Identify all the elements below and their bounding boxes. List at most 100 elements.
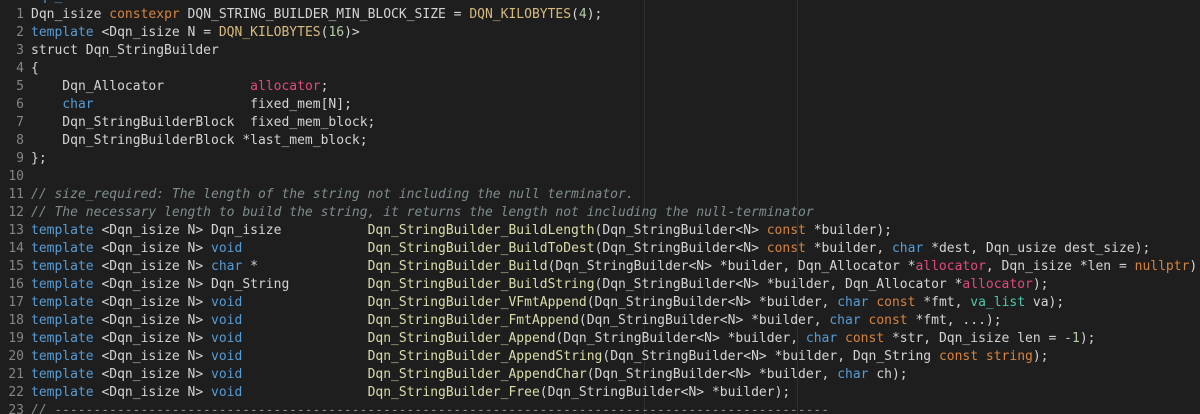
code-text: template <Dqn_isize N> void Dqn_StringBu…: [31, 294, 1064, 312]
code-token: char: [837, 295, 869, 310]
line-number: 22: [8, 385, 24, 400]
code-token: void: [211, 313, 243, 328]
line-number: 17: [8, 295, 24, 310]
code-line[interactable]: 4{: [0, 60, 1200, 78]
code-token: *: [242, 259, 368, 274]
code-token: );: [1032, 349, 1049, 364]
code-token: template: [31, 277, 94, 292]
code-line[interactable]: 10: [0, 168, 1200, 186]
code-line[interactable]: 9};: [0, 150, 1200, 168]
code-token: (Dqn_StringBuilder<N> *builder);: [539, 385, 791, 400]
code-line[interactable]: 12 // The necessary length to build the s…: [0, 204, 1200, 222]
code-token: allocator: [915, 259, 986, 274]
code-token: const: [868, 313, 908, 328]
line-number: 3: [16, 43, 24, 58]
code-token: (Dqn_StringBuilder<N> *builder, Dqn_Allo…: [547, 259, 916, 274]
code-line[interactable]: 13 template <Dqn_isize N> Dqn_isize Dqn_S…: [0, 222, 1200, 240]
code-token: ch);: [868, 367, 908, 382]
code-line[interactable]: 16 template <Dqn_isize N> Dqn_String Dqn_…: [0, 276, 1200, 294]
code-text: // -------------------------------------…: [31, 402, 829, 414]
code-text: {: [31, 60, 39, 78]
code-token: struct Dqn_StringBuilder: [31, 43, 219, 58]
code-line[interactable]: 20 template <Dqn_isize N> void Dqn_String…: [0, 348, 1200, 366]
code-lines: 335Dqn_isize 1Dqn_isize constexpr DQN_ST…: [0, 0, 1200, 414]
code-token: Dqn_StringBuilder_BuildString: [367, 277, 595, 292]
code-token: *fmt, ...);: [907, 313, 1002, 328]
code-token: Dqn_isize: [31, 0, 109, 4]
code-line[interactable]: 15 template <Dqn_isize N> char * Dqn_Stri…: [0, 258, 1200, 276]
line-number: 11: [8, 187, 24, 202]
code-token: <Dqn_isize N =: [93, 25, 219, 40]
code-line[interactable]: 3 struct Dqn_StringBuilder: [0, 42, 1200, 60]
code-token: (: [571, 7, 579, 22]
code-token: Dqn_StringBuilder_AppendChar: [367, 367, 587, 382]
code-token: (Dqn_StringBuilder<N> *builder,: [586, 295, 838, 310]
code-editor[interactable]: 335Dqn_isize 1Dqn_isize constexpr DQN_ST…: [0, 0, 1200, 414]
line-number: 10: [8, 169, 24, 184]
code-text: Dqn_Allocator allocator;: [31, 78, 328, 96]
code-token: template: [31, 223, 94, 238]
line-number: 13: [8, 223, 24, 238]
code-line[interactable]: 5 Dqn_Allocator allocator;: [0, 78, 1200, 96]
code-token: va_list: [970, 295, 1026, 310]
code-token: {: [31, 61, 39, 76]
code-token: allocator: [962, 277, 1033, 292]
code-token: Dqn_Allocator: [31, 79, 251, 94]
code-token: Dqn_StringBuilderBlock *last_mem_block;: [31, 133, 368, 148]
code-token: Dqn_StringBuilder_VFmtAppend: [367, 295, 587, 310]
code-token: void: [211, 367, 243, 382]
code-line[interactable]: 7 Dqn_StringBuilderBlock fixed_mem_block…: [0, 114, 1200, 132]
code-line[interactable]: 6 char fixed_mem[N];: [0, 96, 1200, 114]
code-token: Dqn_StringBuilder_Free: [367, 385, 540, 400]
code-token: <Dqn_isize N>: [93, 385, 212, 400]
code-token: <Dqn_isize N>: [93, 367, 212, 382]
code-line[interactable]: 17 template <Dqn_isize N> void Dqn_String…: [0, 294, 1200, 312]
line-number: 18: [8, 313, 24, 328]
code-text: template <Dqn_isize N> void Dqn_StringBu…: [31, 330, 1095, 348]
code-token: Dqn_StringBuilder_FmtAppend: [367, 313, 579, 328]
code-token: char: [837, 367, 869, 382]
code-token: template: [31, 367, 94, 382]
code-token: Dqn_StringBuilder_Append: [367, 331, 556, 346]
code-line[interactable]: 22 template <Dqn_isize N> void Dqn_String…: [0, 384, 1200, 402]
code-token: template: [31, 349, 94, 364]
code-token: Dqn_StringBuilder_Build: [367, 259, 548, 274]
code-line[interactable]: 23 // -----------------------------------…: [0, 402, 1200, 414]
code-line[interactable]: 2 template <Dqn_isize N = DQN_KILOBYTES(1…: [0, 24, 1200, 42]
code-token: 4: [578, 7, 587, 22]
line-number: 15: [8, 259, 24, 274]
code-text: template <Dqn_isize N> void Dqn_StringBu…: [31, 240, 1150, 258]
code-token: Dqn_isize: [31, 7, 110, 22]
code-line[interactable]: 8 Dqn_StringBuilderBlock *last_mem_block…: [0, 132, 1200, 150]
code-text: template <Dqn_isize N> char * Dqn_String…: [31, 258, 1200, 276]
code-token: <Dqn_isize N>: [93, 331, 212, 346]
code-token: char: [805, 331, 838, 346]
line-number: 1: [16, 7, 24, 22]
code-line[interactable]: 21 template <Dqn_isize N> void Dqn_String…: [0, 366, 1200, 384]
code-token: *builder,: [805, 241, 892, 256]
code-token: <Dqn_isize N>: [93, 349, 212, 364]
code-token: void: [211, 349, 243, 364]
code-token: nullptr: [1134, 259, 1190, 274]
code-token: );: [1079, 331, 1096, 346]
code-line[interactable]: 14 template <Dqn_isize N> void Dqn_String…: [0, 240, 1200, 258]
code-text: template <Dqn_isize N> void Dqn_StringBu…: [31, 312, 1002, 330]
line-number: 12: [8, 205, 24, 220]
code-line[interactable]: 1 Dqn_isize constexpr DQN_STRING_BUILDER_…: [0, 6, 1200, 24]
code-token: <Dqn_isize N>: [93, 259, 212, 274]
code-text: template <Dqn_isize N> Dqn_String Dqn_St…: [31, 276, 1049, 294]
code-token: (Dqn_StringBuilder<N> *builder, Dqn_Allo…: [594, 277, 963, 292]
code-token: template: [31, 385, 94, 400]
code-line[interactable]: 18 template <Dqn_isize N> void Dqn_String…: [0, 312, 1200, 330]
code-text: Dqn_StringBuilderBlock fixed_mem_block;: [31, 114, 375, 132]
code-line[interactable]: 11 // size_required: The length of the st…: [0, 186, 1200, 204]
code-line[interactable]: 19 template <Dqn_isize N> void Dqn_String…: [0, 330, 1200, 348]
